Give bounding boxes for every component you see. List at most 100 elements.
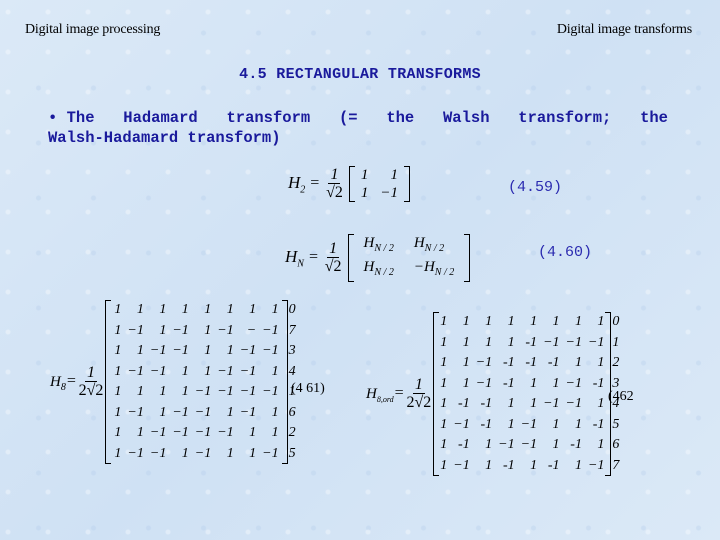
- bullet-word: transform;: [518, 109, 612, 127]
- bullet-word: (=: [338, 109, 358, 127]
- eq462-lhs: H8,ord: [366, 385, 394, 404]
- matrix-cell: 1: [271, 363, 279, 379]
- matrix-row: 1 −1 −1 1 1 −1 −1 1: [111, 362, 281, 383]
- eq459-matrix: 1 1 1 −1: [348, 166, 411, 202]
- eq460-number: (4.60): [538, 244, 593, 261]
- matrix-cell: −1: [172, 425, 189, 440]
- matrix-cell: −1: [172, 404, 189, 420]
- matrix-cell: 1: [574, 457, 582, 473]
- matrix-cell: 1: [597, 355, 605, 370]
- matrix-cell: −1: [239, 404, 257, 420]
- bullet-word: the: [640, 109, 668, 127]
- matrix-cell: −1: [194, 445, 212, 461]
- matrix-cell: 1: [181, 302, 189, 317]
- matrix-cell: 1: [360, 185, 369, 201]
- matrix-cell: -1: [480, 396, 493, 411]
- matrix-cell: 1: [597, 437, 605, 452]
- eq461-equals: =: [65, 372, 77, 390]
- matrix-cell: −1: [239, 363, 257, 379]
- matrix-cell: 1: [249, 425, 257, 440]
- matrix-cell: 1: [226, 404, 234, 420]
- row-index: 7: [612, 457, 620, 473]
- matrix-cell: 1: [114, 384, 122, 399]
- eq459-equals: =: [309, 174, 321, 192]
- eq460-lhs: HN: [285, 246, 304, 270]
- equation-4-62: H8,ord= 1 2√2 1 1 1 1 1 1 1 1 1 1 1 1 -1 −1 −1 −1 1 1 −1 -1…: [366, 312, 619, 476]
- matrix-cell: 1: [552, 437, 560, 452]
- matrix-cell: −1: [127, 404, 144, 420]
- matrix-cell: 1: [226, 343, 234, 358]
- matrix-cell: 1: [249, 302, 257, 317]
- matrix-cell: −1: [217, 322, 234, 338]
- matrix-row: 1 1 −1 -1 1 1 −1 -1: [437, 374, 607, 395]
- matrix-cell: −1: [565, 396, 582, 411]
- eq462-fraction: 1 2√2: [406, 375, 432, 411]
- bullet-line-2: Walsh-Hadamard transform): [48, 129, 281, 147]
- matrix-cell: −1: [262, 445, 279, 461]
- matrix-cell: 1: [136, 384, 144, 399]
- matrix-cell: 1: [552, 375, 560, 391]
- matrix-cell: −1: [149, 445, 167, 461]
- matrix-cell: 1: [114, 404, 122, 420]
- matrix-row: 11111111: [111, 300, 281, 321]
- matrix-cell: 1: [485, 437, 493, 452]
- matrix-cell: 1: [226, 302, 234, 317]
- matrix-cell: 1: [440, 457, 448, 473]
- matrix-cell: 1: [507, 396, 515, 411]
- eq459-lhs: H2: [288, 172, 306, 196]
- matrix-cell: −1: [520, 416, 538, 432]
- matrix-row: 1 1 −1 −1 1 1 −1 −1: [111, 341, 281, 362]
- matrix-cell: 1: [114, 322, 122, 338]
- matrix-cell: 1: [249, 445, 257, 461]
- matrix-cell: 1: [552, 314, 560, 329]
- matrix-cell: 1: [159, 384, 167, 399]
- matrix-cell: −1: [262, 384, 279, 399]
- matrix-cell: 1: [360, 167, 369, 183]
- matrix-cell: 1: [530, 314, 538, 329]
- matrix-row: HN / 2 −HN / 2: [354, 258, 465, 282]
- matrix-cell: 1: [136, 425, 144, 440]
- matrix-cell: -1: [525, 355, 538, 370]
- matrix-cell: 1: [574, 355, 582, 370]
- eq459-fraction: 1 √2: [326, 165, 343, 201]
- matrix-cell: −1: [149, 425, 167, 440]
- matrix-cell: −1: [149, 343, 167, 358]
- matrix-cell: −1: [194, 425, 212, 440]
- matrix-cell: -1: [458, 437, 470, 452]
- bullet-word: transform: [226, 109, 311, 127]
- matrix-cell: −1: [127, 363, 144, 379]
- row-index: 1: [612, 334, 620, 350]
- eq461-number: (4 61): [291, 381, 325, 396]
- matrix-cell: 1: [204, 322, 212, 338]
- matrix-cell: −1: [380, 185, 398, 201]
- matrix-cell: −1: [498, 437, 515, 452]
- matrix-cell: -1: [525, 334, 538, 350]
- matrix-cell: 1: [440, 334, 448, 350]
- matrix-cell: 1: [574, 314, 582, 329]
- eq461-matrix: 1 1 1 1 1 1 1 1 1 −1 1 −1 1 −1− −1 1 1 −1 −1 1 1 −1 −1 1 −1 −1 1 1−…: [105, 300, 288, 464]
- matrix-cell: −1: [565, 334, 582, 350]
- bullet-text: • The Hadamard transform (= the Walsh transfor…: [48, 108, 668, 148]
- matrix-cell: −1: [127, 322, 144, 338]
- matrix-row: 1 −1 1 -1 1 -1 1 −1: [437, 456, 607, 477]
- matrix-cell: -1: [547, 355, 560, 370]
- matrix-cell: HN / 2: [363, 259, 394, 278]
- matrix-row: 1 -1 1 −1 −1 1 -1 1: [437, 435, 607, 456]
- matrix-cell: 1: [114, 445, 122, 461]
- matrix-cell: -1: [592, 416, 605, 432]
- matrix-cell: 1: [114, 363, 122, 379]
- matrix-cell: 1: [440, 396, 448, 411]
- matrix-cell: −1: [453, 457, 470, 473]
- matrix-row: 1 1 1 1 -1 −1 −1 −1: [437, 333, 607, 354]
- matrix-cell: −1: [543, 334, 560, 350]
- matrix-cell: −1: [127, 445, 144, 461]
- matrix-cell: 1: [181, 384, 189, 399]
- eq460-equals: =: [307, 248, 319, 266]
- matrix-cell: −1: [217, 363, 234, 379]
- matrix-cell: 1: [181, 445, 189, 461]
- matrix-cell: 1: [271, 404, 279, 420]
- row-index: 2: [612, 355, 620, 370]
- matrix-cell: −: [246, 322, 257, 338]
- bullet-line-1: • The Hadamard transform (= the Walsh transfor…: [48, 108, 668, 128]
- matrix-cell: 1: [136, 302, 144, 317]
